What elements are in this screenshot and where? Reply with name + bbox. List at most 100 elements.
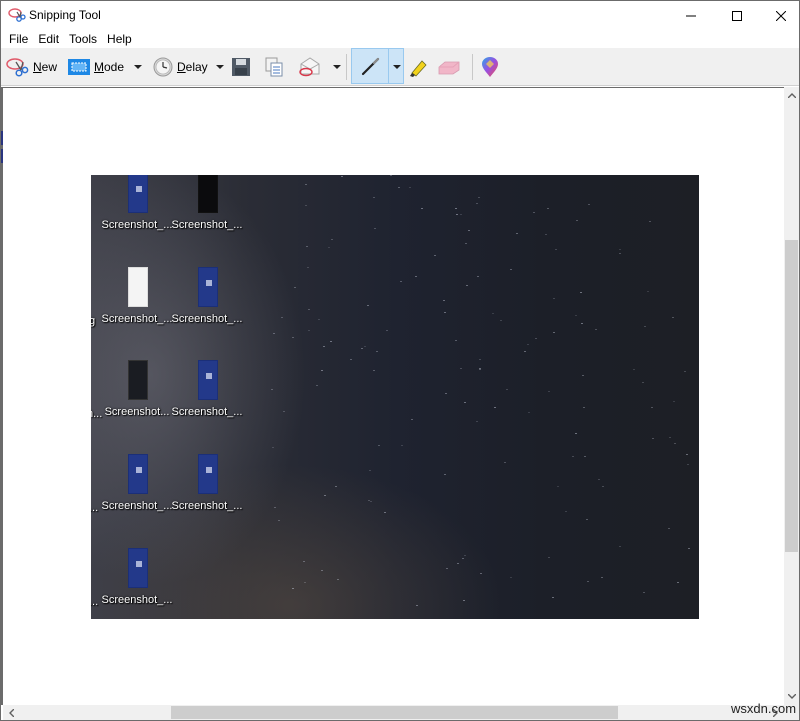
edit-paint3d-button[interactable] <box>480 53 500 81</box>
background-speck <box>386 330 388 331</box>
background-speck <box>292 337 294 338</box>
file-thumbnail <box>198 360 218 400</box>
background-speck <box>368 500 370 501</box>
close-button[interactable] <box>758 1 800 30</box>
background-speck <box>642 382 644 383</box>
new-label-text: ew <box>41 60 58 74</box>
background-speck <box>278 520 280 521</box>
background-speck <box>548 557 550 558</box>
save-button[interactable] <box>232 53 250 81</box>
maximize-button[interactable] <box>714 1 760 30</box>
background-speck <box>462 558 464 559</box>
copy-icon <box>265 57 283 77</box>
background-speck <box>373 197 375 198</box>
background-speck <box>595 329 597 330</box>
background-speck <box>370 501 372 502</box>
highlighter-button[interactable] <box>407 53 429 81</box>
pen-button[interactable] <box>351 48 404 84</box>
mode-label: Mode <box>94 60 124 74</box>
background-speck <box>306 246 308 247</box>
desktop-icon-caption: Screenshot_... <box>101 313 173 325</box>
new-button[interactable]: New <box>5 53 57 81</box>
background-speck <box>416 605 418 606</box>
pen-dropdown-arrow-icon[interactable] <box>393 65 401 69</box>
mode-dropdown-arrow-icon[interactable] <box>134 65 142 69</box>
background-speck <box>557 486 559 487</box>
horizontal-scrollbar[interactable] <box>3 705 784 720</box>
background-speck <box>307 267 309 268</box>
menu-help[interactable]: Help <box>102 30 137 48</box>
background-speck <box>455 208 457 209</box>
background-speck <box>463 600 465 601</box>
background-speck <box>619 253 621 254</box>
chevron-up-icon <box>787 93 796 98</box>
delay-label-accesskey: D <box>177 60 186 74</box>
background-speck <box>586 519 588 520</box>
menu-edit[interactable]: Edit <box>33 30 64 48</box>
background-speck <box>305 205 307 206</box>
scroll-left-button[interactable] <box>3 705 20 720</box>
background-speck <box>644 326 646 327</box>
background-speck <box>274 507 276 508</box>
desktop-icon-caption: Screenshot_... <box>171 500 243 512</box>
background-speck <box>308 309 310 310</box>
highlighter-icon <box>410 60 427 77</box>
vertical-scroll-thumb[interactable] <box>785 240 798 552</box>
background-speck <box>378 445 380 446</box>
background-speck <box>688 548 690 549</box>
chevron-down-icon <box>787 694 796 699</box>
horizontal-scroll-thumb[interactable] <box>171 706 618 719</box>
background-speck <box>584 456 586 457</box>
background-speck <box>321 370 323 371</box>
mode-button[interactable]: Mode <box>68 53 124 81</box>
background-speck <box>504 462 506 463</box>
background-speck <box>602 486 604 487</box>
background-speck <box>341 176 343 177</box>
background-speck <box>479 359 481 360</box>
send-snip-button[interactable] <box>298 53 322 81</box>
delay-button[interactable]: Delay <box>153 53 208 81</box>
background-speck <box>401 445 403 446</box>
background-speck <box>364 346 366 347</box>
file-thumbnail <box>128 454 148 494</box>
background-speck <box>369 470 371 471</box>
background-speck <box>376 351 378 352</box>
background-speck <box>533 212 535 213</box>
desktop-icon-caption: Screenshot_... <box>171 406 243 418</box>
minimize-button[interactable] <box>668 1 714 30</box>
copy-button[interactable] <box>265 53 283 81</box>
background-speck <box>669 437 671 438</box>
eraser-button[interactable] <box>437 53 461 81</box>
background-speck <box>443 300 445 301</box>
background-speck <box>460 368 462 369</box>
background-speck <box>294 287 296 288</box>
scroll-up-button[interactable] <box>784 87 799 104</box>
delay-label: Delay <box>177 60 208 74</box>
background-speck <box>553 298 555 299</box>
desktop-icon: Screenshot_... <box>171 267 243 347</box>
menu-tools[interactable]: Tools <box>64 30 102 48</box>
background-speck <box>652 438 654 439</box>
background-speck <box>434 255 436 256</box>
background-speck <box>460 214 462 215</box>
background-speck <box>668 528 670 529</box>
background-speck <box>305 184 307 185</box>
vertical-scrollbar[interactable] <box>784 87 799 705</box>
snipping-tool-window: Snipping Tool File Edit Tools Help New M… <box>0 0 800 721</box>
close-icon <box>776 10 786 21</box>
clock-icon <box>153 57 173 77</box>
delay-dropdown-arrow-icon[interactable] <box>216 65 224 69</box>
pen-icon <box>361 57 380 76</box>
file-thumbnail <box>198 454 218 494</box>
background-speck <box>303 561 305 562</box>
background-speck <box>316 385 318 386</box>
background-speck <box>510 269 512 270</box>
background-speck <box>524 351 526 352</box>
background-speck <box>374 228 376 229</box>
menu-file[interactable]: File <box>4 30 33 48</box>
title-bar[interactable]: Snipping Tool <box>1 1 799 30</box>
toolbar-separator-2 <box>472 54 473 80</box>
background-speck <box>480 573 482 574</box>
send-dropdown-arrow-icon[interactable] <box>333 65 341 69</box>
background-speck <box>390 175 392 176</box>
